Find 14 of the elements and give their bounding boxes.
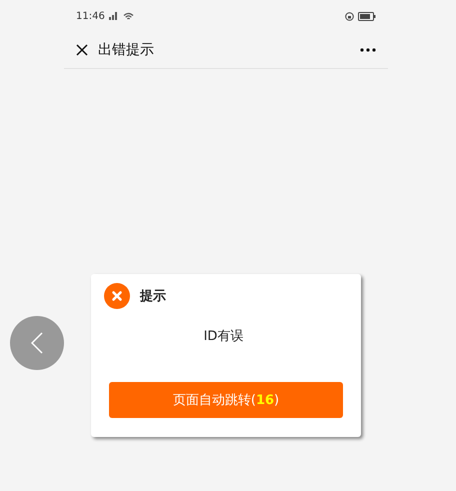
back-button[interactable] (10, 316, 64, 370)
chevron-left-icon (31, 332, 43, 354)
battery-icon (358, 12, 376, 20)
status-time: 11:46 (76, 10, 105, 22)
close-icon[interactable] (76, 44, 88, 56)
lock-rotation-icon (345, 12, 354, 20)
page-title: 出错提示 (98, 41, 155, 59)
more-icon[interactable] (360, 48, 376, 52)
dialog-message: ID有误 (202, 328, 244, 345)
dialog-title: 提示 (140, 288, 166, 305)
signal-icon (108, 12, 119, 20)
wifi-icon (122, 12, 134, 20)
redirect-button[interactable]: 页面自动跳转(16) (109, 382, 343, 418)
error-icon (104, 283, 130, 309)
